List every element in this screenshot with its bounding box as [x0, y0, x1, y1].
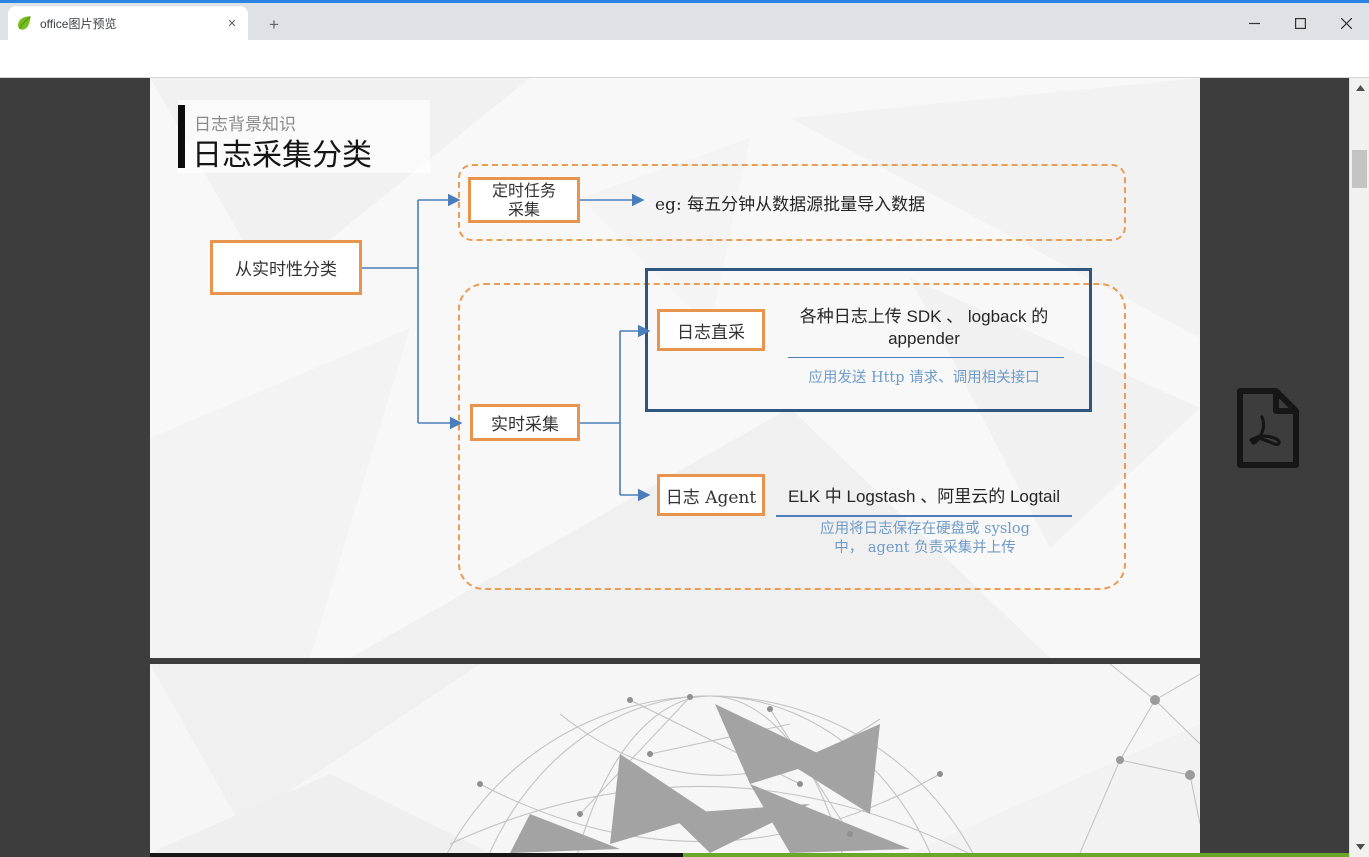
slide-1: 日志背景知识 日志采集分类 [150, 78, 1200, 658]
maximize-button[interactable] [1277, 6, 1323, 40]
node-label: 定时任务 [492, 181, 556, 200]
pdf-file-icon[interactable] [1228, 386, 1304, 470]
maximize-icon [1295, 18, 1306, 29]
bottom-green-strip [683, 853, 1349, 857]
node-log-agent: 日志 Agent [657, 474, 765, 516]
agent-note-line1: 应用将日志保存在硬盘或 syslog [780, 520, 1070, 539]
tab-close-icon[interactable]: ✕ [224, 15, 240, 31]
node-realtime-classification: 从实时性分类 [210, 240, 362, 295]
direct-description-line1: 各种日志上传 SDK 、 logback 的 [778, 306, 1070, 328]
direct-divider-line [788, 357, 1064, 358]
direct-note: 应用发送 Http 请求、调用相关接口 [778, 366, 1070, 387]
browser-toolbar: ← → i localhost:8012/onlinePreview?url=h… [0, 40, 1369, 78]
minimize-icon [1249, 18, 1260, 29]
node-label: 实时采集 [491, 410, 559, 435]
tab-title: office图片预览 [40, 15, 224, 32]
window-titlebar[interactable]: office图片预览 ✕ + [0, 3, 1369, 40]
agent-description: ELK 中 Logstash 、阿里云的 Logtail [776, 482, 1072, 517]
direct-description-line2: appender [778, 328, 1070, 350]
close-icon [1341, 18, 1352, 29]
page-scrollbar[interactable] [1349, 78, 1369, 857]
browser-window: office图片预览 ✕ + ← → i loc [0, 0, 1369, 857]
node-timed-task-collection: 定时任务 采集 [468, 177, 580, 223]
page-content-area: 日志背景知识 日志采集分类 [0, 78, 1369, 857]
agent-note-line2: 中， agent 负责采集并上传 [780, 539, 1070, 558]
node-label: 采集 [508, 200, 540, 219]
title-accent-bar [178, 105, 185, 168]
slide-title: 日志采集分类 [192, 130, 372, 174]
slide2-globe-graphic [150, 664, 1200, 853]
node-label: 日志 Agent [666, 483, 756, 508]
direct-description: 各种日志上传 SDK 、 logback 的 appender [778, 306, 1070, 351]
timed-example-text: eg: 每五分钟从数据源批量导入数据 [655, 190, 1015, 215]
browser-tab[interactable]: office图片预览 ✕ [8, 6, 248, 40]
agent-note: 应用将日志保存在硬盘或 syslog 中， agent 负责采集并上传 [780, 520, 1070, 557]
node-label: 日志直采 [677, 318, 745, 343]
node-realtime-collection: 实时采集 [470, 404, 580, 441]
scrollbar-up-arrow[interactable] [1350, 80, 1369, 96]
new-tab-button[interactable]: + [262, 13, 286, 37]
node-direct-log-collection: 日志直采 [657, 309, 765, 351]
minimize-button[interactable] [1231, 6, 1277, 40]
close-button[interactable] [1323, 6, 1369, 40]
bottom-dark-strip [150, 853, 683, 857]
slide-2 [150, 664, 1200, 853]
scrollbar-thumb[interactable] [1352, 150, 1367, 188]
node-label: 从实时性分类 [235, 255, 337, 280]
spring-leaf-favicon [16, 15, 32, 31]
scrollbar-down-arrow[interactable] [1350, 839, 1369, 855]
